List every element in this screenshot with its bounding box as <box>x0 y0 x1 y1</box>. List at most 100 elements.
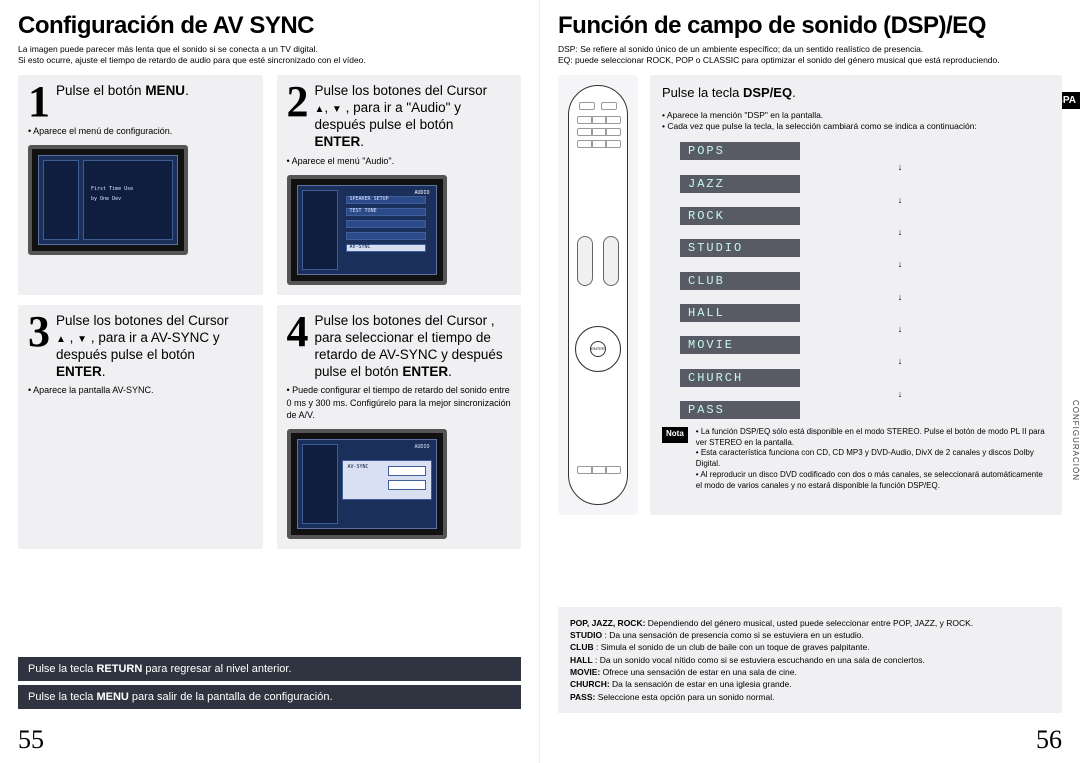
step-3-number: 3 <box>28 313 50 350</box>
triangle-up-icon <box>315 100 325 115</box>
triangle-up-icon-2 <box>56 330 66 345</box>
step-2: 2 Pulse los botones del Cursor , , para … <box>277 75 522 295</box>
step-2-line3: después pulse el botón <box>315 117 454 132</box>
footer1-bold: RETURN <box>96 663 142 675</box>
page-55: Configuración de AV SYNC La imagen puede… <box>0 0 540 763</box>
triangle-down-icon <box>332 100 342 115</box>
step-4-bullet: Puede configurar el tiempo de retardo de… <box>287 384 512 420</box>
step-3: 3 Pulse los botones del Cursor , , para … <box>18 305 263 549</box>
step-1-title-post: . <box>185 83 189 98</box>
dsp-mode-list: POPS ↓ JAZZ ↓ ROCK ↓ STUDIO ↓ CLUB ↓ HAL… <box>680 142 1050 418</box>
step-1-title: Pulse el botón MENU. <box>56 83 253 100</box>
step-2-sep1: , <box>324 100 332 115</box>
footer-bar-menu: Pulse la tecla MENU para salir de la pan… <box>18 685 521 709</box>
dsp-mode-jazz: JAZZ <box>680 175 800 193</box>
step-2-title: Pulse los botones del Cursor , , para ir… <box>315 83 512 151</box>
dsp-step-panel: Pulse la tecla DSP/EQ. Aparece la menció… <box>650 75 1062 515</box>
nota-label: Nota <box>662 427 688 443</box>
dsp-mode-rock: ROCK <box>680 207 800 225</box>
nota-bullet-1: La función DSP/EQ sólo está disponible e… <box>696 427 1050 449</box>
arrow-down-icon: ↓ <box>750 229 1050 235</box>
step-1-body: Aparece el menú de configuración. <box>28 125 253 137</box>
remote-illustration: ENTER <box>558 75 638 515</box>
steps-grid: 1 Pulse el botón MENU. Aparece el menú d… <box>18 75 521 549</box>
step-4-line2: para seleccionar el tiempo de <box>315 330 491 345</box>
step-3-line1: Pulse los botones del Cursor <box>56 313 229 328</box>
dsp-mode-movie: MOVIE <box>680 336 800 354</box>
step-4-line4-pre: pulse el botón <box>315 364 403 379</box>
step-1: 1 Pulse el botón MENU. Aparece el menú d… <box>18 75 263 295</box>
step-3-enter: ENTER <box>56 364 102 379</box>
manual-spread: Configuración de AV SYNC La imagen puede… <box>0 0 1080 763</box>
step-3-line3: después pulse el botón <box>56 347 195 362</box>
remote-control-icon: ENTER <box>568 85 628 505</box>
step-2-line2: , para ir a "Audio" y <box>342 100 461 115</box>
dsp-mode-church: CHURCH <box>680 369 800 387</box>
arrow-down-icon: ↓ <box>750 197 1050 203</box>
mode-movie-label: MOVIE: <box>570 667 600 677</box>
footer2-pre: Pulse la tecla <box>28 691 96 703</box>
mode-club-label: CLUB <box>570 642 594 652</box>
step-1-title-bold: MENU <box>145 83 185 98</box>
dsp-mode-club: CLUB <box>680 272 800 290</box>
dsp-title-bold: DSP/EQ <box>743 85 792 100</box>
step-4-screenshot: AV-SYNC AUDIO <box>287 429 447 539</box>
mode-pass-text: Seleccione esta opción para un sonido no… <box>595 692 774 702</box>
step-2-bullet: Aparece el menú "Audio". <box>287 155 512 167</box>
step-4-number: 4 <box>287 313 309 350</box>
step-1-screenshot: First Time Use by One Dev <box>28 145 188 255</box>
dsp-step-title: Pulse la tecla DSP/EQ. <box>662 85 1050 101</box>
mode-hall-text: : Da un sonido vocal nítido como si se e… <box>593 655 925 665</box>
nota-bullet-3: Al reproducir un disco DVD codificado co… <box>696 470 1050 492</box>
left-subnote: La imagen puede parecer más lenta que el… <box>18 44 521 65</box>
page-title-right: Función de campo de sonido (DSP)/EQ <box>558 12 1062 40</box>
step-3-dot: . <box>102 364 106 379</box>
footer-bar-return: Pulse la tecla RETURN para regresar al n… <box>18 657 521 681</box>
arrow-down-icon: ↓ <box>750 391 1050 397</box>
right-sub2: EQ: puede seleccionar ROCK, POP o CLASSI… <box>558 55 1062 66</box>
remote-dpad-icon: ENTER <box>575 326 621 372</box>
dsp-mode-pops: POPS <box>680 142 800 160</box>
step-2-line1: Pulse los botones del Cursor <box>315 83 488 98</box>
arrow-down-icon: ↓ <box>750 164 1050 170</box>
mode-pjr-label: POP, JAZZ, ROCK: <box>570 618 645 628</box>
mode-pass-label: PASS: <box>570 692 595 702</box>
side-tab-config: CONFIGURACIÓN <box>1071 400 1080 481</box>
step-1-number: 1 <box>28 83 50 120</box>
footer2-bold: MENU <box>96 691 128 703</box>
mode-studio-text: : Da una sensación de presencia como si … <box>602 630 864 640</box>
step-4-line3: retardo de AV-SYNC y después <box>315 347 503 362</box>
arrow-down-icon: ↓ <box>750 294 1050 300</box>
nota-body: La función DSP/EQ sólo está disponible e… <box>696 427 1050 492</box>
mode-studio-label: STUDIO <box>570 630 602 640</box>
step-2-body: Aparece el menú "Audio". <box>287 155 512 167</box>
step-3-title: Pulse los botones del Cursor , , para ir… <box>56 313 253 381</box>
page-number-56: 56 <box>1036 725 1062 755</box>
right-subnote: DSP: Se refiere al sonido único de un am… <box>558 44 1062 65</box>
dsp-bullets: Aparece la mención "DSP" en la pantalla.… <box>662 110 1050 133</box>
mode-church-text: Da la sensación de estar en una iglesia … <box>610 679 792 689</box>
dsp-mode-pass: PASS <box>680 401 800 419</box>
triangle-down-icon-2 <box>77 330 87 345</box>
footer1-post: para regresar al nivel anterior. <box>142 663 291 675</box>
right-sub1: DSP: Se refiere al sonido único de un am… <box>558 44 1062 55</box>
footer2-post: para salir de la pantalla de configuraci… <box>129 691 333 703</box>
step-4-line1: Pulse los botones del Cursor , <box>315 313 495 328</box>
step-2-enter: ENTER <box>315 134 361 149</box>
dsp-title-pre: Pulse la tecla <box>662 85 743 100</box>
step-3-bullet: Aparece la pantalla AV-SYNC. <box>28 384 253 396</box>
footer1-pre: Pulse la tecla <box>28 663 96 675</box>
step-3-body: Aparece la pantalla AV-SYNC. <box>28 384 253 396</box>
page-number-55: 55 <box>18 725 44 755</box>
step-4-body: Puede configurar el tiempo de retardo de… <box>287 384 512 420</box>
step-2-screenshot: SPEAKER SETUP TEST TONE AV-SYNC AUDIO <box>287 175 447 285</box>
mode-club-text: : Simula el sonido de un club de baile c… <box>594 642 870 652</box>
mode-pjr-text: Dependiendo del género musical, usted pu… <box>645 618 973 628</box>
mode-movie-text: Ofrece una sensación de estar en una sal… <box>600 667 797 677</box>
left-footer-bars: Pulse la tecla RETURN para regresar al n… <box>18 657 521 713</box>
step-4-dot: . <box>448 364 452 379</box>
modes-descriptions: POP, JAZZ, ROCK: Dependiendo del género … <box>558 607 1062 713</box>
step-1-title-pre: Pulse el botón <box>56 83 145 98</box>
arrow-down-icon: ↓ <box>750 261 1050 267</box>
dsp-bullet-2: Cada vez que pulse la tecla, la selecció… <box>662 121 1050 132</box>
